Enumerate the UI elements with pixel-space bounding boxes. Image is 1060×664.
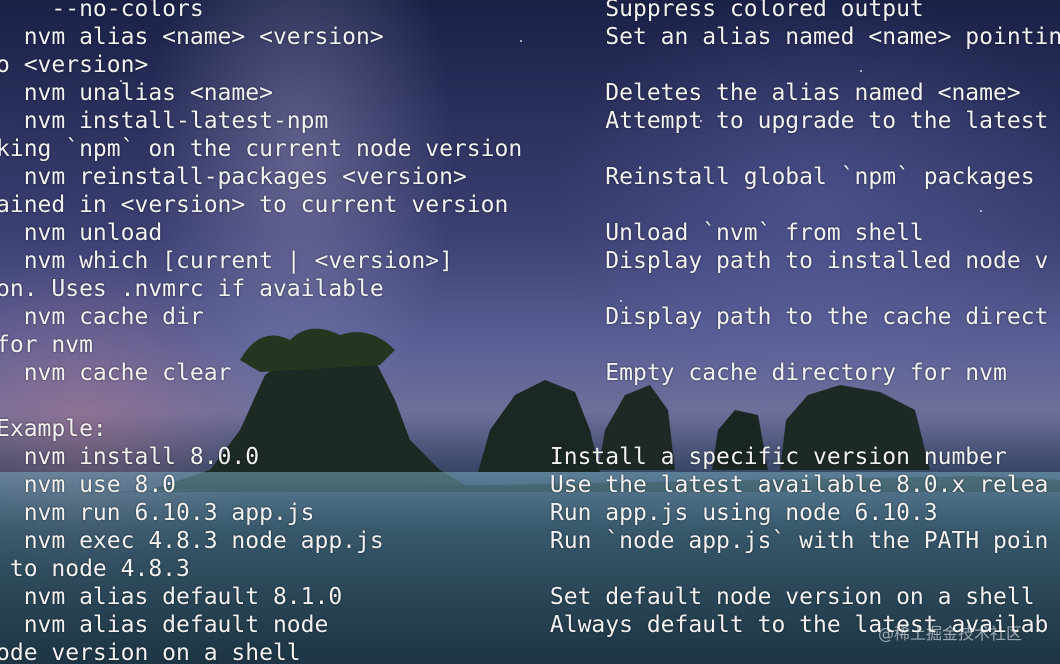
terminal-line: nvm which [current | <version>] Display … <box>0 248 1049 274</box>
terminal-line: nvm exec 4.8.3 node app.js Run `node app… <box>0 528 1049 554</box>
terminal-line: nvm alias <name> <version> Set an alias … <box>0 24 1060 50</box>
terminal-line: o <version> <box>0 52 149 78</box>
terminal-line: on. Uses .nvmrc if available <box>0 276 384 302</box>
terminal-line: nvm unload Unload `nvm` from shell <box>0 220 924 246</box>
star <box>860 70 862 72</box>
terminal-line: king `npm` on the current node version <box>0 136 523 162</box>
terminal-line: nvm install-latest-npm Attempt to upgrad… <box>0 108 1049 134</box>
terminal-line: nvm alias default 8.1.0 Set default node… <box>0 584 1035 610</box>
terminal-line: nvm run 6.10.3 app.js Run app.js using n… <box>0 500 938 526</box>
terminal-line: for nvm <box>0 332 93 358</box>
terminal-line: to node 4.8.3 <box>0 556 190 582</box>
terminal-line: nvm cache clear Empty cache directory fo… <box>0 360 1007 386</box>
terminal-line: ode version on a shell <box>0 640 301 664</box>
watermark: @稀土掘金技术社区 <box>878 624 1023 643</box>
terminal-line: nvm reinstall-packages <version> Reinsta… <box>0 164 1035 190</box>
terminal-line: --no-colors Suppress colored output <box>0 0 924 22</box>
terminal-line: nvm use 8.0 Use the latest available 8.0… <box>0 472 1049 498</box>
star <box>980 210 982 212</box>
star <box>620 300 622 302</box>
terminal-line: nvm unalias <name> Deletes the alias nam… <box>0 80 1021 106</box>
terminal-line: ained in <version> to current version <box>0 192 509 218</box>
terminal-window[interactable]: --no-colors Suppress colored output nvm … <box>0 0 1060 664</box>
terminal-line: nvm cache dir Display path to the cache … <box>0 304 1049 330</box>
terminal-line: Example: <box>0 416 107 442</box>
terminal-line: nvm install 8.0.0 Install a specific ver… <box>0 444 1007 470</box>
